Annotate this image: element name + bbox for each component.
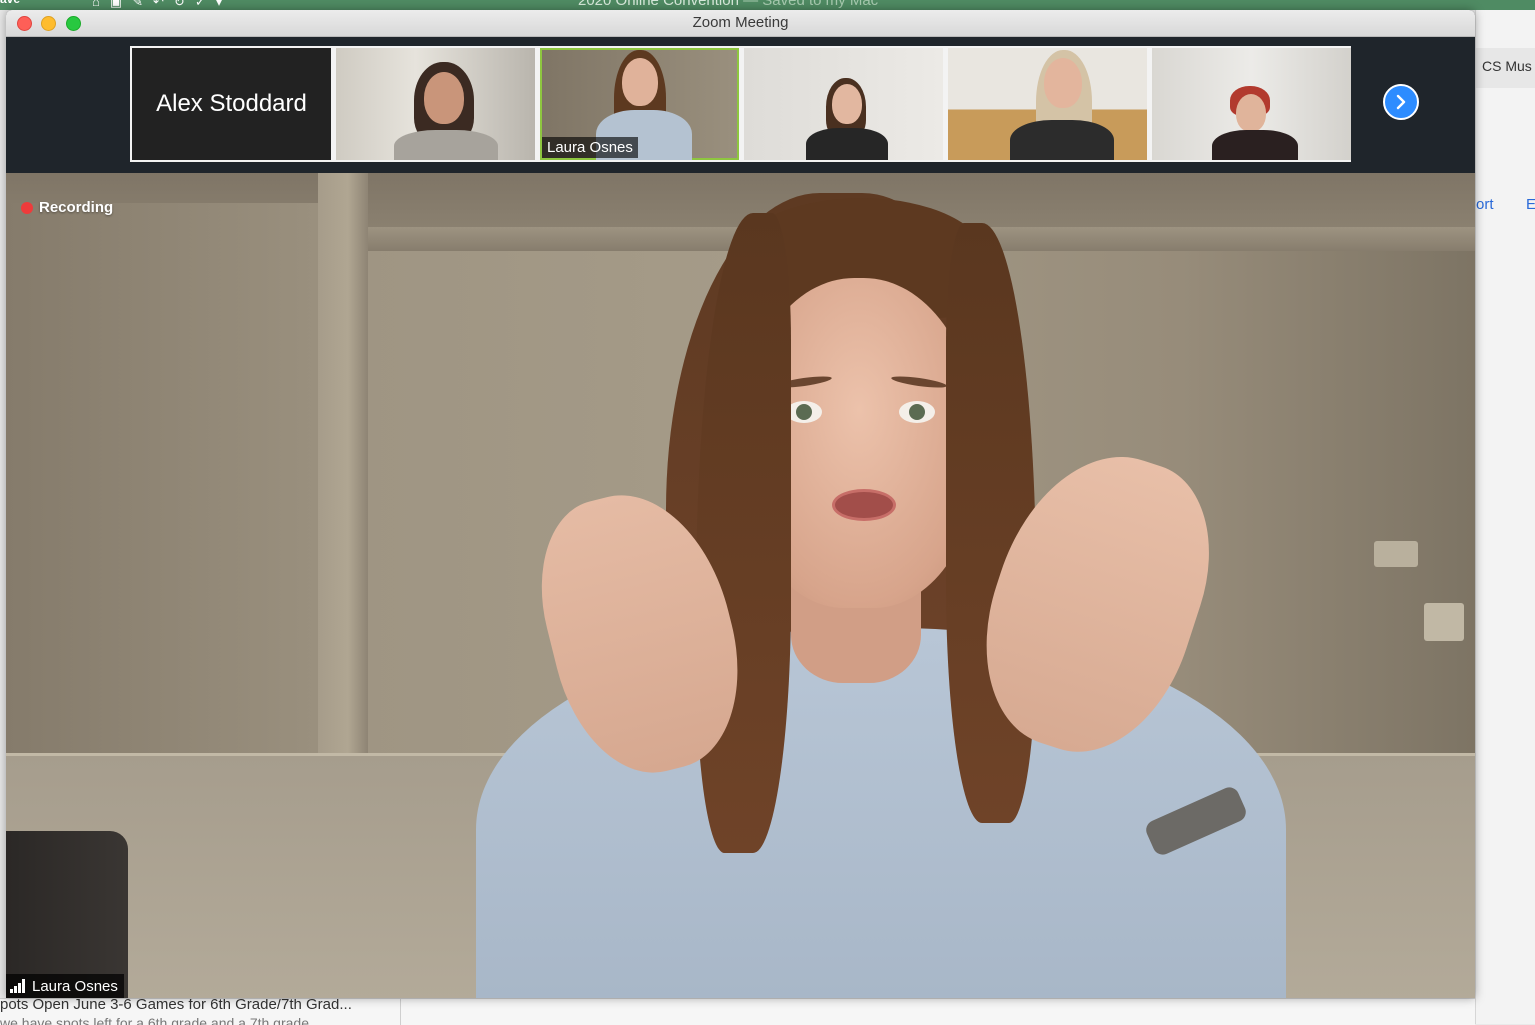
- recording-label: Recording: [39, 199, 114, 216]
- participant-tile-active[interactable]: Laura Osnes: [540, 48, 739, 160]
- active-speaker-name-tag: Laura Osnes: [6, 974, 124, 998]
- background-link-1[interactable]: ort: [1476, 196, 1494, 213]
- presenter-figure: [6, 173, 1475, 998]
- window-title: Zoom Meeting: [692, 14, 789, 31]
- participant-tile-6[interactable]: [1152, 48, 1351, 160]
- background-mail-list: pots Open June 3-6 Games for 6th Grade/7…: [0, 998, 1475, 1025]
- recording-indicator[interactable]: Recording: [21, 199, 113, 216]
- participant-tile-2[interactable]: [336, 48, 535, 160]
- background-doc-name: 2020 Online Convention: [578, 0, 739, 9]
- background-divider: [400, 999, 401, 1025]
- background-mail-subject[interactable]: pots Open June 3-6 Games for 6th Grade/7…: [0, 999, 352, 1013]
- participant-tile-4[interactable]: [744, 48, 943, 160]
- participant-name-tag: Laura Osnes: [542, 137, 638, 158]
- participant-thumbnails: Alex Stoddard Laura Osnes: [130, 46, 1351, 162]
- participant-tile-5[interactable]: [948, 48, 1147, 160]
- active-speaker-video[interactable]: Recording Laura Osnes: [6, 173, 1475, 998]
- participant-strip: Alex Stoddard Laura Osnes: [6, 37, 1475, 173]
- background-app-toolbar: ave ⌂▣✎↶↻✓▾ 2020 Online Convention — Sav…: [0, 0, 1535, 10]
- recording-dot-icon: [21, 201, 33, 214]
- background-doc-saved: — Saved to my Mac: [738, 0, 879, 9]
- participant-tile-1[interactable]: Alex Stoddard: [132, 48, 331, 160]
- background-browser-tab[interactable]: CS Mus: [1476, 48, 1535, 88]
- chevron-right-icon: [1396, 94, 1406, 110]
- background-save-label: ave: [0, 0, 20, 6]
- window-titlebar[interactable]: Zoom Meeting: [6, 10, 1475, 37]
- background-document-title: 2020 Online Convention — Saved to my Mac: [578, 0, 878, 9]
- active-speaker-name: Laura Osnes: [32, 977, 118, 995]
- signal-strength-icon: [10, 979, 26, 993]
- next-participants-button[interactable]: [1383, 84, 1419, 120]
- background-link-2[interactable]: E: [1526, 196, 1535, 213]
- background-browser-window: CS Mus ort E: [1475, 10, 1535, 1024]
- participant-name: Alex Stoddard: [156, 90, 307, 117]
- background-tab-label: CS Mus: [1482, 58, 1532, 74]
- background-toolbar-icons: ⌂▣✎↶↻✓▾: [92, 0, 233, 9]
- zoom-meeting-window: Zoom Meeting Alex Stoddard Laura Osnes R…: [6, 10, 1475, 998]
